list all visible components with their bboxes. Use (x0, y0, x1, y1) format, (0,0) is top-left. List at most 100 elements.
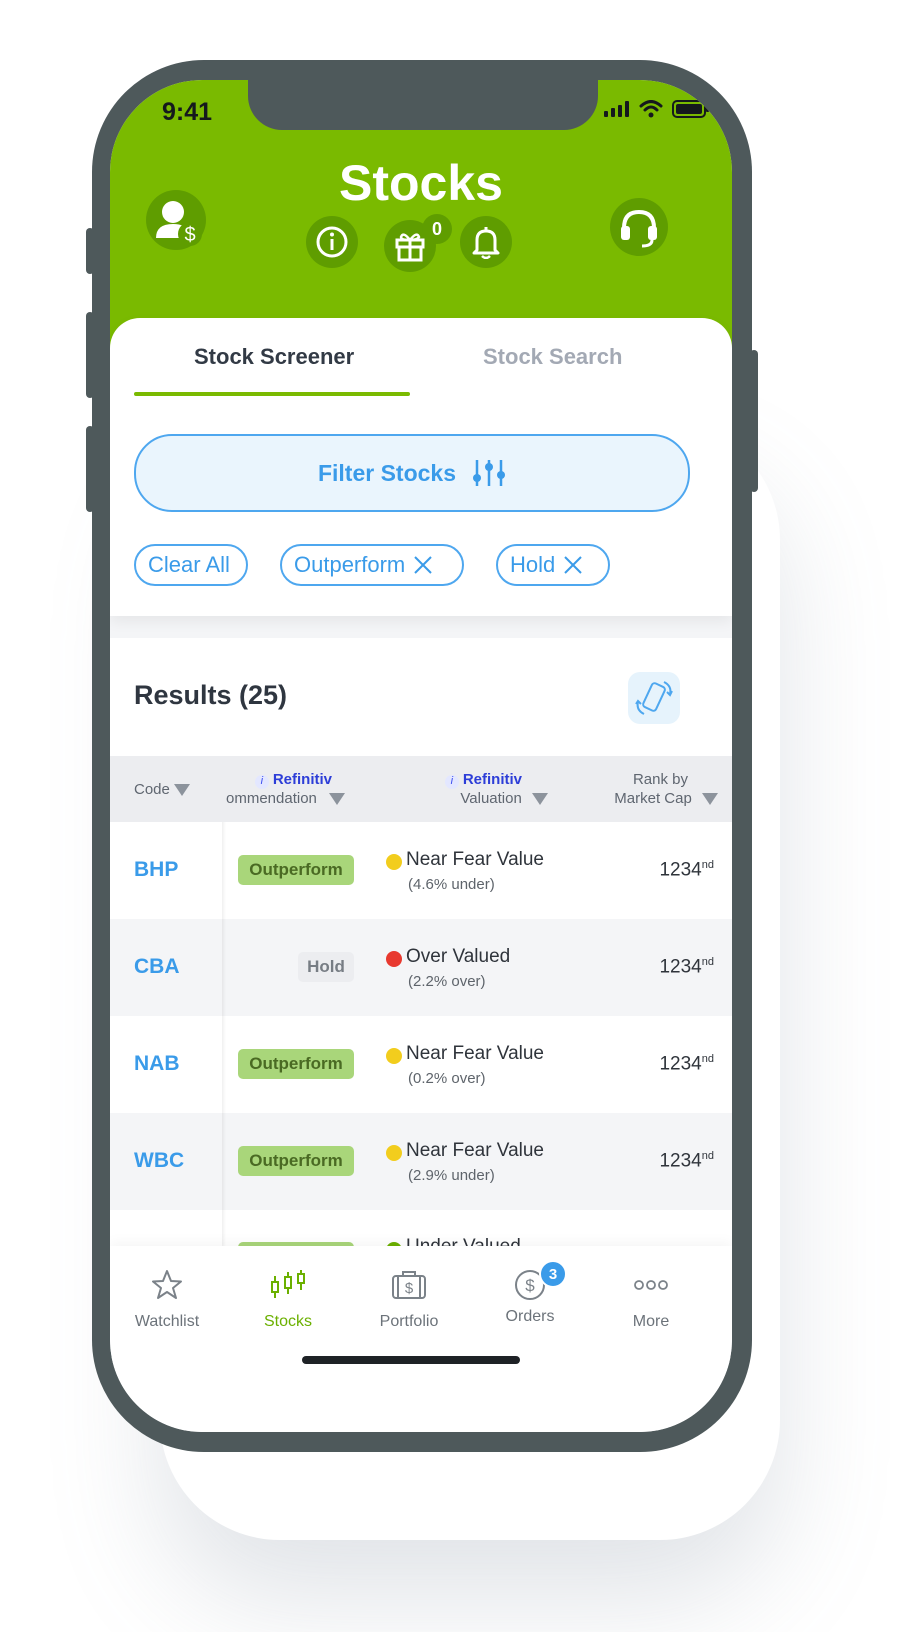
table-row[interactable]: NAB Outperform Near Fear Value (0.2% ove… (110, 1016, 732, 1113)
table-row[interactable]: BHP Outperform Near Fear Value (4.6% und… (110, 822, 732, 919)
valuation-detail: (2.2% over) (408, 973, 486, 990)
table-row[interactable]: CBA Hold Over Valued (2.2% over) 1234nd (110, 919, 732, 1016)
notifications-button[interactable] (460, 216, 512, 268)
candlestick-icon (271, 1270, 305, 1298)
tab-stock-search[interactable]: Stock Search (483, 344, 622, 370)
recommendation-badge: Outperform (238, 1146, 354, 1176)
nav-stocks[interactable]: Stocks (233, 1268, 343, 1331)
table-row[interactable]: WBC Outperform Near Fear Value (2.9% und… (110, 1113, 732, 1210)
rank-suffix: nd (701, 1053, 714, 1065)
results-title: Results (25) (134, 680, 288, 710)
nav-more[interactable]: More (596, 1268, 706, 1331)
valuation-label: Near Fear Value (406, 1043, 544, 1064)
column-code-label: Code (134, 781, 170, 798)
valuation-dot (386, 854, 402, 870)
signal-icon (604, 101, 629, 117)
stock-code[interactable]: BHP (134, 858, 178, 882)
valuation-dot (386, 951, 402, 967)
screener-card: Stock Screener Stock Search Filter Stock… (110, 318, 732, 616)
rotate-view-button[interactable] (628, 672, 680, 724)
column-rank[interactable]: Rank by Market Cap (576, 770, 718, 808)
nav-portfolio[interactable]: $ Portfolio (354, 1268, 464, 1331)
rank-column-label-1: Rank by (632, 771, 688, 788)
val-source-label: Refinitiv (462, 771, 522, 788)
info-button[interactable] (306, 216, 358, 268)
hold-chip[interactable]: Hold (496, 544, 610, 586)
volume-down-button (86, 426, 94, 512)
recommendation-badge: Hold (298, 952, 354, 982)
market-cap-rank: 1234nd (659, 1150, 714, 1172)
stock-code[interactable]: NAB (134, 1052, 180, 1076)
close-icon[interactable] (563, 555, 583, 575)
rotate-device-icon (635, 681, 673, 715)
rank-suffix: nd (701, 859, 714, 871)
rank-suffix: nd (701, 956, 714, 968)
headset-icon (621, 209, 657, 248)
sort-caret-icon (174, 784, 191, 797)
sticky-column-divider (222, 822, 226, 1282)
valuation-label: Near Fear Value (406, 849, 544, 870)
rank-value: 1234 (659, 1150, 702, 1172)
phone-screen: 9:41 Stocks $ 0 Stock Screener Stock Sea… (110, 80, 732, 1432)
bell-icon (472, 227, 500, 259)
close-icon[interactable] (413, 555, 433, 575)
gift-icon (395, 233, 425, 262)
orders-badge: 3 (539, 1260, 567, 1288)
valuation-label: Over Valued (406, 946, 511, 967)
rank-value: 1234 (659, 1053, 702, 1075)
valuation-detail: (2.9% under) (408, 1167, 495, 1184)
status-time: 9:41 (162, 98, 213, 126)
valuation-dot (386, 1145, 402, 1161)
svg-text:$: $ (405, 1280, 414, 1297)
status-icons (604, 100, 710, 118)
info-icon (316, 226, 348, 258)
active-tab-indicator (134, 392, 410, 396)
stock-code[interactable]: WBC (134, 1149, 184, 1173)
nav-portfolio-label: Portfolio (379, 1313, 439, 1330)
outperform-chip[interactable]: Outperform (280, 544, 464, 586)
rank-value: 1234 (659, 859, 702, 881)
info-icon[interactable]: i (254, 774, 269, 789)
account-button[interactable]: $ (146, 190, 206, 250)
more-dots-icon (634, 1280, 668, 1290)
nav-orders[interactable]: $ 3 Orders (475, 1260, 585, 1326)
valuation-label: Near Fear Value (406, 1140, 544, 1161)
account-dollar-icon: $ (156, 201, 202, 246)
filter-stocks-button[interactable]: Filter Stocks (134, 434, 690, 512)
market-cap-rank: 1234nd (659, 956, 714, 978)
recommendation-badge: Outperform (238, 855, 354, 885)
support-button[interactable] (610, 198, 668, 256)
stock-code[interactable]: CBA (134, 955, 180, 979)
rank-value: 1234 (659, 956, 702, 978)
tab-stock-screener[interactable]: Stock Screener (194, 344, 354, 370)
notch (248, 80, 598, 130)
outperform-chip-label: Outperform (294, 552, 406, 577)
nav-stocks-label: Stocks (263, 1313, 312, 1330)
sort-caret-icon (702, 793, 718, 806)
svg-text:$: $ (525, 1276, 535, 1295)
info-icon[interactable]: i (444, 774, 459, 789)
column-code[interactable]: Code (134, 780, 191, 799)
sort-caret-icon (532, 793, 548, 806)
market-cap-rank: 1234nd (659, 1053, 714, 1075)
sort-caret-icon (329, 793, 346, 806)
star-icon (152, 1270, 182, 1299)
wifi-icon (639, 100, 663, 118)
rank-suffix: nd (701, 1150, 714, 1162)
table-header: Code i Refinitiv ommendation i Refinitiv V… (110, 756, 732, 822)
recommendation-badge: Outperform (238, 1049, 354, 1079)
svg-text:$: $ (184, 224, 195, 246)
valuation-dot (386, 1048, 402, 1064)
briefcase-icon: $ (392, 1271, 426, 1299)
column-recommendation[interactable]: i Refinitiv ommendation (226, 770, 360, 808)
rec-source-label: Refinitiv (272, 771, 332, 788)
clear-all-chip[interactable]: Clear All (134, 544, 248, 586)
valuation-detail: (4.6% under) (408, 876, 495, 893)
sliders-icon (473, 460, 506, 486)
bottom-nav: Watchlist Stocks $ Portfolio $ 3 Orders … (110, 1246, 732, 1432)
nav-more-label: More (632, 1313, 670, 1330)
nav-watchlist[interactable]: Watchlist (112, 1268, 222, 1331)
valuation-detail: (0.2% over) (408, 1070, 486, 1087)
column-valuation[interactable]: i Refinitiv Valuation (440, 770, 548, 808)
rank-column-label-2: Market Cap (614, 790, 692, 807)
